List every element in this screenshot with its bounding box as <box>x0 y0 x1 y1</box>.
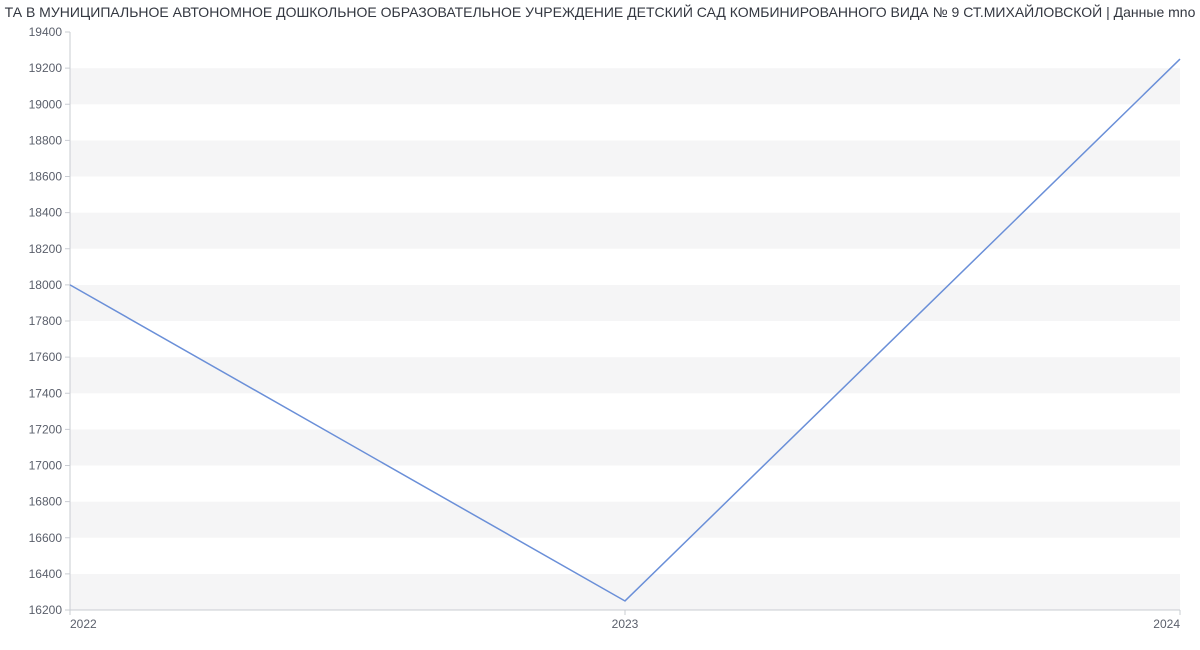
grid-band <box>70 104 1180 140</box>
y-tick-label: 16200 <box>29 603 63 617</box>
x-tick-label: 2022 <box>70 617 97 631</box>
y-tick-label: 18600 <box>29 170 63 184</box>
grid-band <box>70 213 1180 249</box>
y-tick-label: 16400 <box>29 567 63 581</box>
y-tick-label: 18800 <box>29 133 63 147</box>
grid-band <box>70 538 1180 574</box>
grid-band <box>70 574 1180 610</box>
y-tick-label: 16600 <box>29 531 63 545</box>
y-tick-label: 18400 <box>29 206 63 220</box>
y-tick-label: 19200 <box>29 61 63 75</box>
y-tick-label: 18000 <box>29 278 63 292</box>
line-chart: 16200 16400 16600 16800 17000 17200 17400 17600… <box>0 20 1200 640</box>
y-tick-label: 18200 <box>29 242 63 256</box>
grid-band <box>70 285 1180 321</box>
chart-area: 16200 16400 16600 16800 17000 17200 17400 17600… <box>0 20 1200 640</box>
grid-band <box>70 321 1180 357</box>
y-tick-label: 17400 <box>29 386 63 400</box>
grid-band <box>70 393 1180 429</box>
y-tick-label: 19400 <box>29 25 63 39</box>
grid-band <box>70 68 1180 104</box>
y-tick-label: 17800 <box>29 314 63 328</box>
y-tick-label: 16800 <box>29 495 63 509</box>
grid-band <box>70 249 1180 285</box>
y-tick-label: 19000 <box>29 97 63 111</box>
y-tick-label: 17600 <box>29 350 63 364</box>
grid-band <box>70 32 1180 68</box>
grid-band <box>70 502 1180 538</box>
grid-band <box>70 357 1180 393</box>
x-tick-label: 2024 <box>1153 617 1180 631</box>
grid-band <box>70 466 1180 502</box>
x-tick-label: 2023 <box>612 617 639 631</box>
grid-band <box>70 429 1180 465</box>
grid-band <box>70 140 1180 176</box>
chart-title: ТА В МУНИЦИПАЛЬНОЕ АВТОНОМНОЕ ДОШКОЛЬНОЕ… <box>0 0 1200 20</box>
y-tick-label: 17000 <box>29 459 63 473</box>
y-tick-label: 17200 <box>29 422 63 436</box>
grid-band <box>70 177 1180 213</box>
